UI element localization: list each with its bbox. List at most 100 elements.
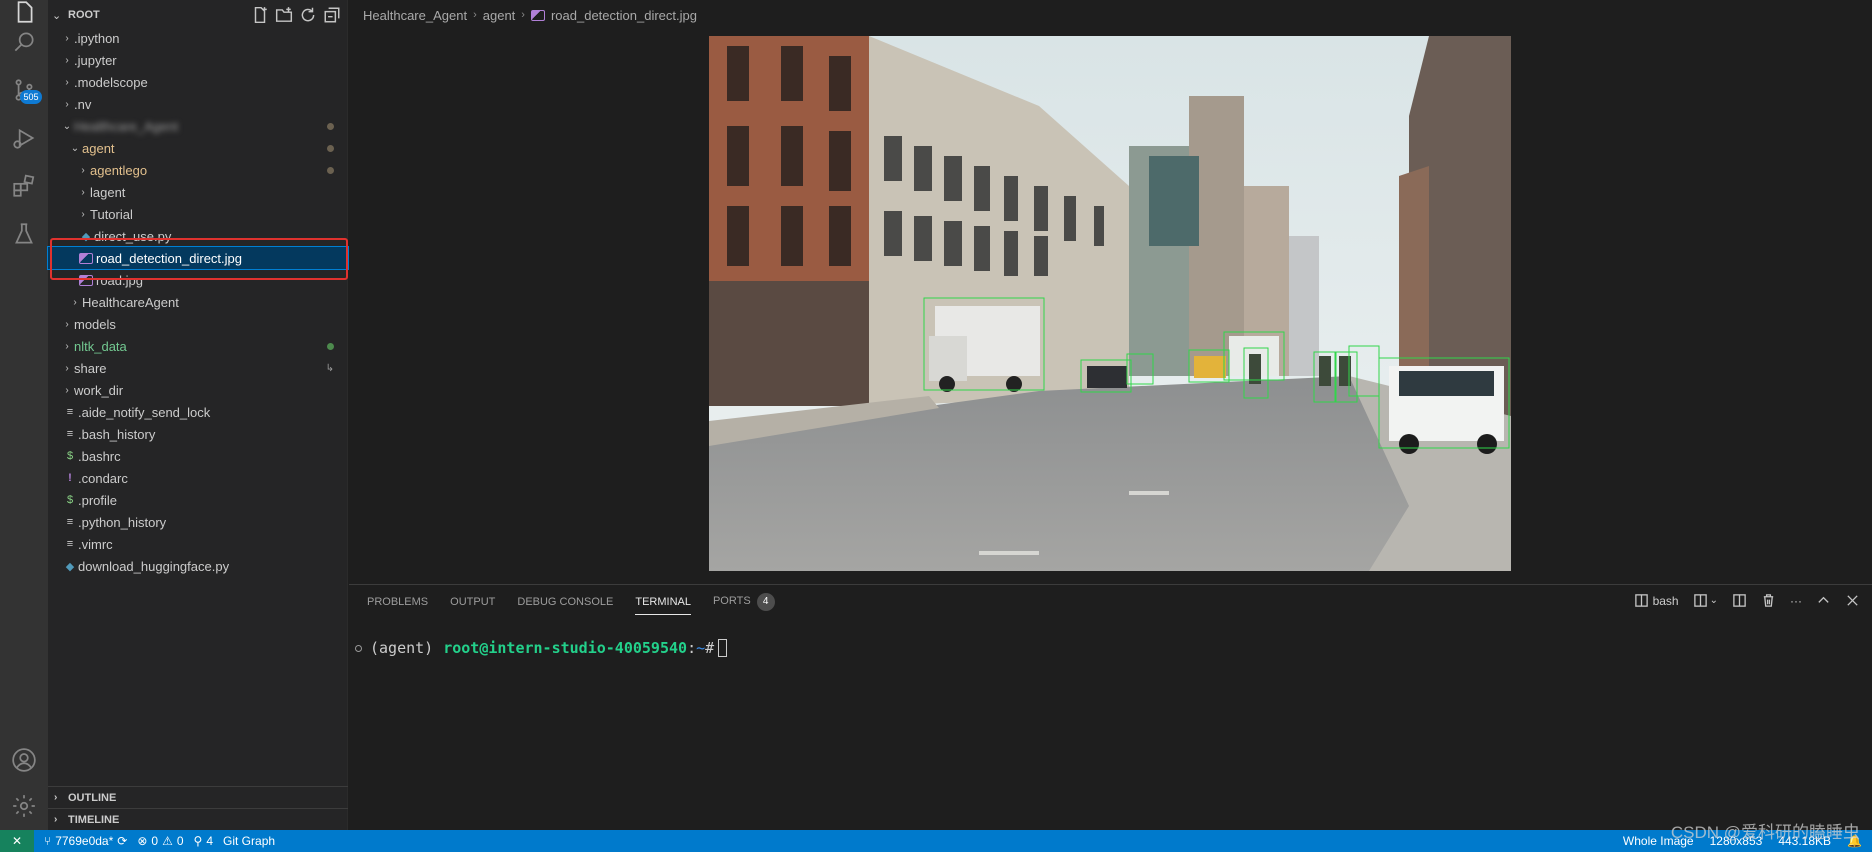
chevron-right-icon: › [65, 318, 69, 330]
tree-file-profile[interactable]: $ .profile [48, 489, 348, 511]
tree-item-label: .ipython [74, 30, 120, 46]
search-icon[interactable] [0, 18, 48, 66]
tree-item-label: agentlego [90, 162, 148, 178]
close-panel-icon[interactable] [1845, 593, 1860, 608]
chevron-down-icon: ⌄ [52, 9, 62, 22]
tree-folder-healthcare-agent[interactable]: ⌄ Healthcare_Agent [48, 115, 348, 137]
tree-file-road-detection-direct-jpg[interactable]: road_detection_direct.jpg [47, 246, 349, 270]
tree-folder-agent[interactable]: ⌄ agent [48, 137, 348, 159]
tree-file-download-huggingface-py[interactable]: ◆ download_huggingface.py [48, 555, 348, 577]
tree-file-road-jpg[interactable]: road.jpg [48, 269, 348, 291]
tree-folder-share[interactable]: › share ↳ [48, 357, 348, 379]
chevron-right-icon: › [65, 340, 69, 352]
explorer-root-label: ROOT [68, 9, 100, 21]
chevron-right-icon: › [54, 814, 58, 825]
git-graph-button[interactable]: Git Graph [223, 834, 275, 848]
error-count: 0 [151, 834, 159, 848]
chevron-right-icon: › [521, 9, 525, 21]
tree-file-direct-use-py[interactable]: ◆ direct_use.py [48, 225, 348, 247]
chevron-right-icon: › [81, 208, 85, 220]
tree-folder-agentlego[interactable]: › agentlego [48, 159, 348, 181]
tree-folder-nltk-data[interactable]: › nltk_data [48, 335, 348, 357]
new-terminal-button[interactable]: ⌄ [1693, 593, 1718, 608]
chevron-right-icon: › [73, 296, 77, 308]
chevron-right-icon: › [473, 9, 477, 21]
csdn-watermark: CSDN @爱科研的瞌睡虫 [1670, 823, 1860, 842]
extensions-icon[interactable] [0, 162, 48, 210]
warning-count: 0 [176, 834, 184, 848]
tab-ports[interactable]: PORTS 4 [713, 593, 775, 611]
scm-badge: 505 [20, 90, 42, 104]
terminal-shell-selector[interactable]: bash [1634, 593, 1679, 608]
terminal-prompt: # [705, 639, 715, 657]
tree-item-label: agent [82, 140, 115, 156]
account-icon[interactable] [0, 736, 48, 784]
terminal-colon: : [687, 639, 697, 657]
remote-indicator-icon[interactable]: ✕ [0, 830, 34, 852]
tree-file-python-history[interactable]: ≡ .python_history [48, 511, 348, 533]
tree-folder-lagent[interactable]: › lagent [48, 181, 348, 203]
tree-folder-ipython[interactable]: › .ipython [48, 27, 348, 49]
image-preview[interactable] [709, 36, 1511, 571]
tree-item-label: share [74, 360, 107, 376]
maximize-panel-icon[interactable] [1816, 593, 1831, 608]
git-graph-label: Git Graph [223, 834, 276, 848]
testing-icon[interactable] [0, 210, 48, 258]
timeline-section[interactable]: › TIMELINE [48, 808, 348, 830]
image-file-icon [78, 274, 94, 286]
timeline-label: TIMELINE [68, 813, 120, 826]
tree-file-aide-notify-send-lock[interactable]: ≡ .aide_notify_send_lock [48, 401, 348, 423]
terminal-env: (agent) [370, 639, 434, 657]
tree-file-bash-history[interactable]: ≡ .bash_history [48, 423, 348, 445]
tree-file-vimrc[interactable]: ≡ .vimrc [48, 533, 348, 555]
outline-label: OUTLINE [68, 791, 117, 804]
chevron-right-icon: › [65, 98, 69, 110]
tree-folder-work-dir[interactable]: › work_dir [48, 379, 348, 401]
trash-icon[interactable] [1761, 593, 1776, 608]
file-tree: › .ipython › .jupyter › .modelscope › .n… [47, 27, 349, 577]
git-branch-status[interactable]: ⑂ 7769e0da* ⟳ [44, 834, 127, 848]
tree-folder-tutorial[interactable]: › Tutorial [48, 203, 348, 225]
chevron-right-icon: › [65, 384, 69, 396]
outline-section[interactable]: › OUTLINE [48, 786, 348, 808]
python-file-icon: ◆ [81, 230, 91, 243]
split-icon [1693, 594, 1707, 607]
status-bar: ✕ ⑂ 7769e0da* ⟳ ⊗ 0 ⚠ 0 ⚲ 4 Git Graph Wh… [0, 830, 1872, 852]
tree-item-label: .python_history [78, 514, 167, 530]
tab-terminal[interactable]: TERMINAL [635, 596, 691, 615]
new-folder-icon[interactable] [275, 6, 293, 24]
new-file-icon[interactable] [251, 6, 269, 24]
tab-problems[interactable]: PROBLEMS [367, 596, 428, 608]
ports-status[interactable]: ⚲ 4 [194, 834, 213, 848]
source-control-icon[interactable]: 505 [0, 66, 48, 114]
breadcrumb-item[interactable]: agent [483, 8, 516, 23]
modified-dot [327, 144, 334, 152]
tree-folder-nv[interactable]: › .nv [48, 93, 348, 115]
tree-file-bashrc[interactable]: $ .bashrc [48, 445, 348, 467]
untracked-dot [327, 342, 334, 350]
split-terminal-icon[interactable] [1732, 593, 1747, 608]
shell-file-icon: $ [66, 450, 74, 462]
settings-gear-icon[interactable] [0, 782, 48, 830]
tree-folder-healthcareagent[interactable]: › HealthcareAgent [48, 291, 348, 313]
tab-debug-console[interactable]: DEBUG CONSOLE [517, 596, 613, 608]
panel-actions: bash ⌄ ··· [1634, 593, 1860, 608]
refresh-icon[interactable] [299, 6, 317, 24]
tree-folder-modelscope[interactable]: › .modelscope [48, 71, 348, 93]
tree-file-condarc[interactable]: ! .condarc [48, 467, 348, 489]
chevron-right-icon: › [81, 186, 85, 198]
terminal-cursor [718, 639, 728, 657]
breadcrumb-item[interactable]: road_detection_direct.jpg [551, 8, 697, 23]
breadcrumb-item[interactable]: Healthcare_Agent [363, 8, 467, 23]
error-icon: ⊗ [137, 834, 148, 848]
terminal-output[interactable]: (agent) root@intern-studio-40059540: ~ # [355, 639, 728, 657]
tree-folder-jupyter[interactable]: › .jupyter [48, 49, 348, 71]
branch-label: 7769e0da* [55, 834, 114, 848]
tab-output[interactable]: OUTPUT [450, 596, 495, 608]
tree-folder-models[interactable]: › models [48, 313, 348, 335]
text-file-icon: ≡ [66, 516, 74, 528]
more-actions-icon[interactable]: ··· [1790, 594, 1802, 608]
problems-status[interactable]: ⊗ 0 ⚠ 0 [137, 834, 183, 848]
collapse-all-icon[interactable] [323, 6, 341, 24]
run-debug-icon[interactable] [0, 114, 48, 162]
